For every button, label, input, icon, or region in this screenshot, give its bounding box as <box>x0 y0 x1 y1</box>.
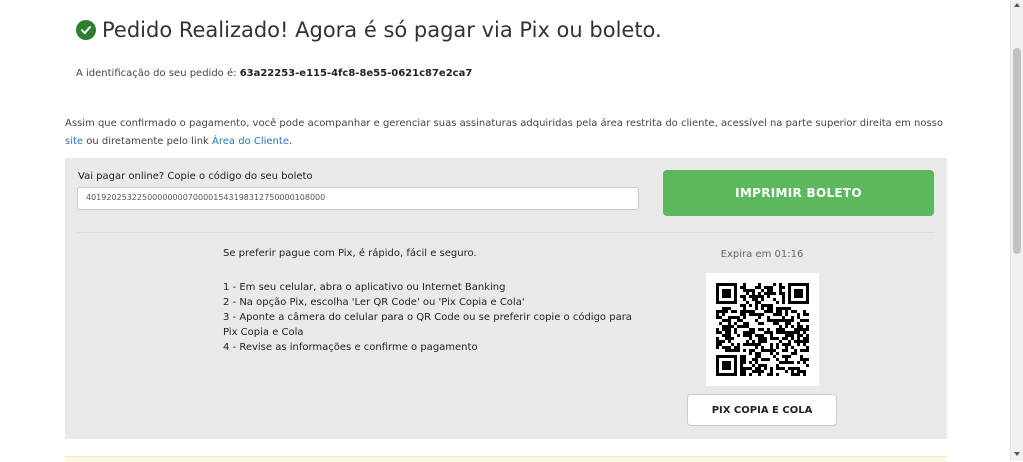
pix-copy-paste-button[interactable]: PIX COPIA E COLA <box>687 394 837 426</box>
qr-code-icon <box>706 273 819 386</box>
pix-step: 3 - Aponte a câmera do celular para o QR… <box>223 312 632 338</box>
order-id-label: A identificação do seu pedido é: <box>76 68 237 79</box>
info-paragraph: Assim que confirmado o pagamento, você p… <box>65 115 945 151</box>
order-id-line: A identificação do seu pedido é: 63a2225… <box>76 68 472 79</box>
page: Pedido Realizado! Agora é só pagar via P… <box>0 0 1011 462</box>
scrollbar[interactable] <box>1010 0 1023 461</box>
alert-strip <box>65 456 947 462</box>
pix-expiration: Expira em 01:16 <box>720 249 804 260</box>
info-text-3: . <box>288 136 293 147</box>
pix-step: 1 - Em seu celular, abra o aplicativo ou… <box>223 282 506 293</box>
order-id-value: 63a22253-e115-4fc8-8e55-0621c87e2ca7 <box>239 68 473 79</box>
scroll-up-icon[interactable] <box>1014 3 1020 7</box>
scroll-down-icon[interactable] <box>1014 452 1020 456</box>
info-text-1: Assim que confirmado o pagamento, você p… <box>65 118 944 129</box>
divider <box>77 232 934 233</box>
boleto-code-label: Vai pagar online? Copie o código do seu … <box>78 171 313 182</box>
page-title: Pedido Realizado! Agora é só pagar via P… <box>76 18 662 42</box>
boleto-code-field[interactable]: 4019202532250000000070000154319831275000… <box>77 187 639 210</box>
pix-steps: 1 - Em seu celular, abra o aplicativo ou… <box>223 280 643 355</box>
info-text-2: ou diretamente pelo link <box>83 136 213 147</box>
check-circle-icon <box>76 20 96 40</box>
pix-step: 4 - Revise as informações e confirme o p… <box>223 342 478 353</box>
print-boleto-button[interactable]: IMPRIMIR BOLETO <box>663 170 934 216</box>
site-link[interactable]: site <box>65 136 83 147</box>
payment-panel: Vai pagar online? Copie o código do seu … <box>65 158 947 439</box>
page-title-text: Pedido Realizado! Agora é só pagar via P… <box>102 18 662 42</box>
pix-step: 2 - Na opção Pix, escolha 'Ler QR Code' … <box>223 297 525 308</box>
client-area-link[interactable]: Área do Cliente <box>212 136 289 147</box>
scrollbar-thumb[interactable] <box>1013 48 1021 254</box>
pix-intro: Se preferir pague com Pix, é rápido, fác… <box>223 248 477 259</box>
